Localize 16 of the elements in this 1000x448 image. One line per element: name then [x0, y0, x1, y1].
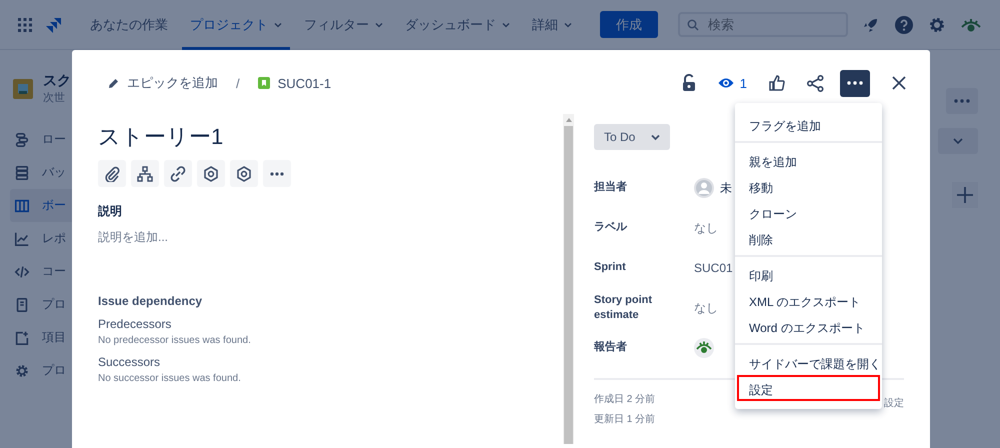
- dependency-message: No predecessor issues was found.: [98, 335, 252, 346]
- description-label: 説明: [98, 203, 123, 220]
- breadcrumb-separator: /: [236, 76, 240, 90]
- field-label: 担当者: [594, 180, 628, 196]
- dependency-heading: Successors: [98, 355, 162, 369]
- project-type: 次世: [43, 91, 66, 105]
- field-label: Sprint: [594, 260, 627, 276]
- dependency-title: Issue dependency: [98, 294, 204, 308]
- updated-date: 更新日 1 分前: [594, 412, 656, 426]
- dependency-heading: Predecessors: [98, 317, 172, 331]
- field-label: ラベル: [594, 220, 628, 236]
- field-label: 報告者: [594, 340, 628, 356]
- dependency-message: No successor issues was found.: [98, 373, 242, 384]
- project-name: スク: [43, 72, 71, 90]
- field-label: Story point estimate: [594, 292, 654, 323]
- created-date: 作成日 2 分前: [594, 392, 656, 406]
